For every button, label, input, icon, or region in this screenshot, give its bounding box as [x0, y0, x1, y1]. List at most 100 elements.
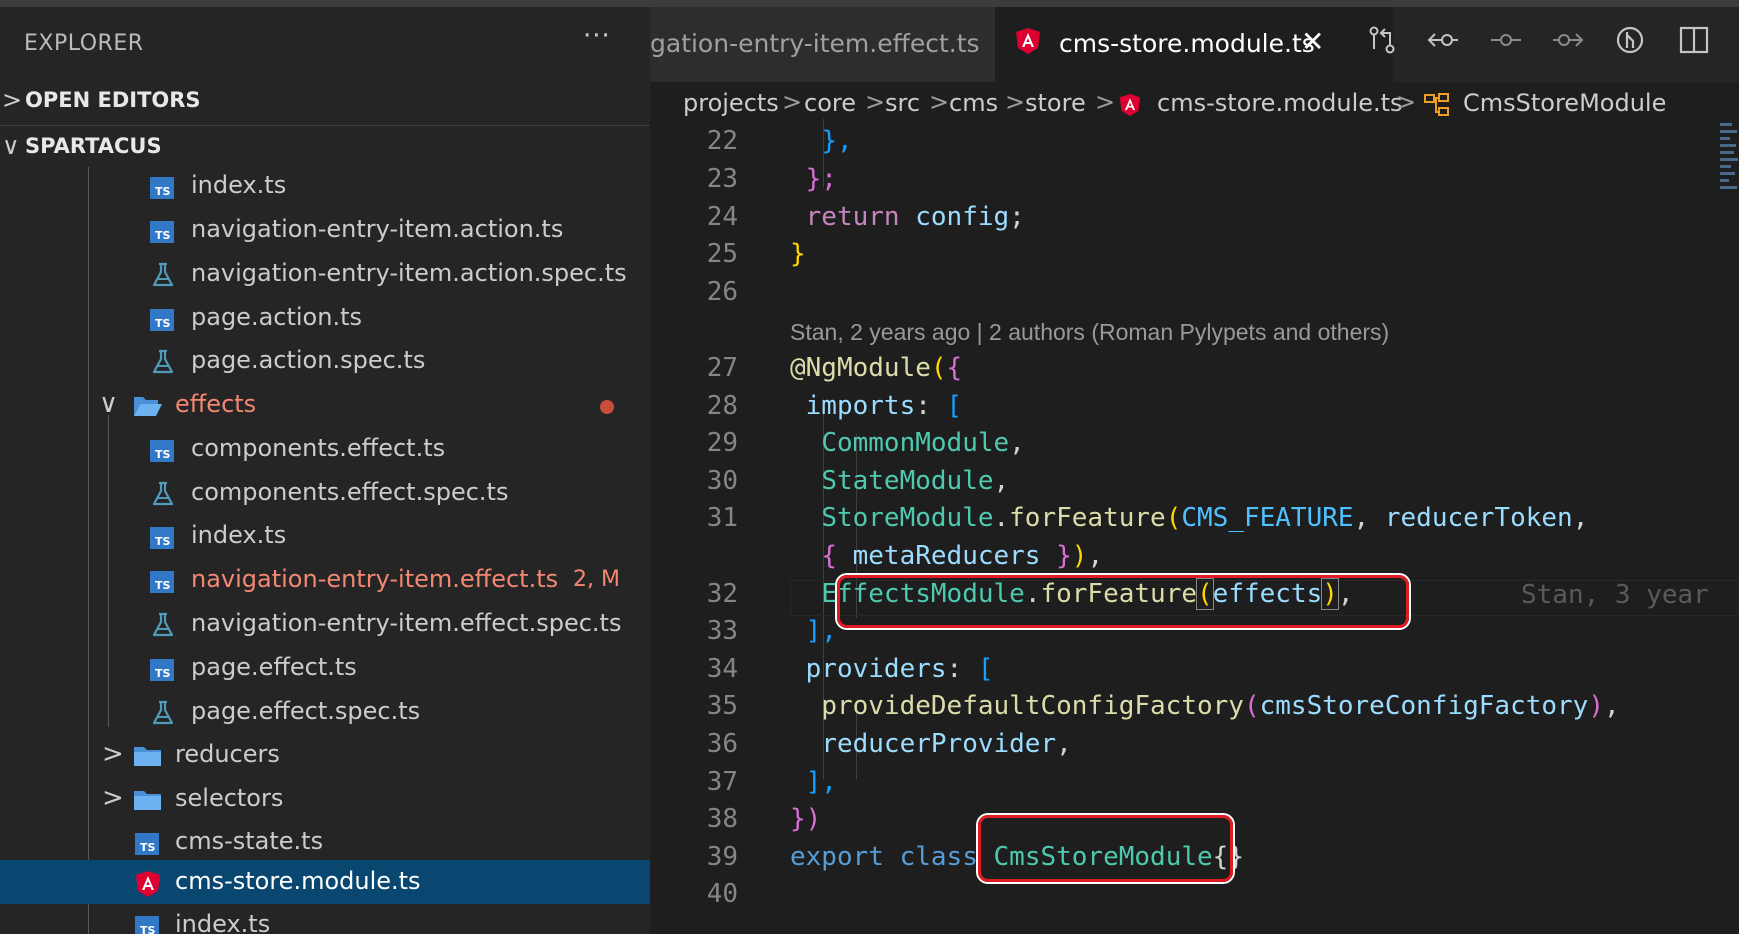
- chevron-right-icon: >: [102, 739, 124, 769]
- breadcrumb-item[interactable]: core: [804, 89, 856, 117]
- file-item[interactable]: TS index.ts: [0, 514, 650, 558]
- line-number: 31: [706, 503, 738, 533]
- line-number: 25: [706, 239, 738, 269]
- file-name: navigation-entry-item.action.ts: [191, 215, 564, 243]
- typescript-file-icon: TS: [150, 656, 176, 682]
- typescript-file-icon: TS: [150, 218, 176, 244]
- folder-selectors[interactable]: > selectors: [0, 777, 650, 821]
- file-item[interactable]: page.action.spec.ts: [0, 339, 650, 383]
- file-name: components.effect.spec.ts: [191, 478, 509, 506]
- breadcrumb-item[interactable]: cms-store.module.ts: [1157, 89, 1403, 117]
- highlight-box-cms-store-module: [978, 815, 1233, 882]
- line-number: 28: [706, 391, 738, 421]
- folder-name: reducers: [175, 740, 280, 768]
- line-number: 23: [706, 164, 738, 194]
- file-item[interactable]: page.effect.spec.ts: [0, 690, 650, 734]
- file-item[interactable]: TS cms-state.ts: [0, 820, 650, 864]
- code-line-27[interactable]: @NgModule({: [790, 353, 962, 383]
- explorer-title: EXPLORER: [24, 31, 144, 56]
- line-number: 39: [706, 842, 738, 872]
- code-line-23[interactable]: };: [790, 164, 837, 194]
- typescript-file-icon: TS: [150, 174, 176, 200]
- file-item[interactable]: TS page.effect.ts: [0, 646, 650, 690]
- inline-git-blame: Stan, 3 year: [1521, 580, 1709, 610]
- file-name: index.ts: [175, 910, 271, 934]
- line-number: 32: [706, 579, 738, 609]
- file-name: page.effect.ts: [191, 653, 357, 681]
- source-control-compare-icon[interactable]: [1362, 23, 1402, 63]
- file-item-selected[interactable]: cms-store.module.ts: [0, 860, 650, 904]
- split-editor-icon[interactable]: [1674, 23, 1714, 63]
- breadcrumb: projects > core > src > cms > store > cm…: [650, 82, 1739, 130]
- file-item[interactable]: TS page.action.ts: [0, 296, 650, 340]
- line-number: 30: [706, 466, 738, 496]
- previous-change-icon[interactable]: [1423, 23, 1463, 63]
- tab-navigation-entry-item-effect[interactable]: gation-entry-item.effect.ts: [650, 7, 995, 82]
- folder-effects[interactable]: ∨ effects: [0, 383, 650, 427]
- breadcrumb-item[interactable]: CmsStoreModule: [1463, 89, 1666, 117]
- code-line-31[interactable]: StoreModule.forFeature(CMS_FEATURE, redu…: [790, 503, 1588, 533]
- more-actions-icon[interactable]: ···: [583, 21, 611, 51]
- folder-icon: [133, 787, 161, 813]
- open-editors-section[interactable]: > OPEN EDITORS: [0, 80, 650, 122]
- file-item[interactable]: TS components.effect.ts: [0, 427, 650, 471]
- typescript-file-icon: TS: [150, 306, 176, 332]
- close-tab-icon[interactable]: ✕: [1301, 25, 1324, 58]
- code-line-38[interactable]: }): [790, 804, 821, 834]
- breadcrumb-separator: >: [1005, 88, 1026, 116]
- angular-icon: [135, 870, 161, 897]
- file-item[interactable]: components.effect.spec.ts: [0, 471, 650, 515]
- code-line-33[interactable]: ],: [790, 616, 837, 646]
- line-number: 22: [706, 126, 738, 156]
- line-number: 33: [706, 616, 738, 646]
- folder-name: selectors: [175, 784, 284, 812]
- code-line-25[interactable]: }: [790, 239, 806, 269]
- code-line-31-wrap[interactable]: { metaReducers }),: [790, 541, 1103, 571]
- code-line-30[interactable]: StateModule,: [790, 466, 1009, 496]
- next-change-icon[interactable]: [1548, 23, 1588, 63]
- tab-cms-store-module[interactable]: cms-store.module.ts ✕: [995, 7, 1393, 82]
- tab-bar: gation-entry-item.effect.ts cms-store.mo…: [650, 7, 1739, 82]
- typescript-file-icon: TS: [135, 913, 161, 934]
- file-item[interactable]: navigation-entry-item.effect.spec.ts: [0, 602, 650, 646]
- breadcrumb-separator: >: [929, 88, 950, 116]
- breadcrumb-separator: >: [865, 88, 886, 116]
- breadcrumb-separator: >: [782, 88, 803, 116]
- folder-open-icon: [133, 393, 162, 419]
- file-item[interactable]: TS navigation-entry-item.action.ts: [0, 208, 650, 252]
- line-number: 36: [706, 729, 738, 759]
- file-item-modified[interactable]: TS navigation-entry-item.effect.ts 2, M: [0, 558, 650, 602]
- code-line-22[interactable]: },: [790, 126, 852, 156]
- line-number: 29: [706, 428, 738, 458]
- code-line-29[interactable]: CommonModule,: [790, 428, 1025, 458]
- git-blame-codelens[interactable]: Stan, 2 years ago | 2 authors (Roman Pyl…: [790, 319, 1389, 346]
- code-line-24[interactable]: return config;: [790, 202, 1025, 232]
- minimap[interactable]: [1720, 119, 1739, 219]
- git-lens-icon[interactable]: [1610, 23, 1650, 63]
- code-line-34[interactable]: providers: [: [790, 654, 994, 684]
- breadcrumb-item[interactable]: src: [885, 89, 920, 117]
- angular-icon: [1119, 93, 1141, 121]
- breadcrumb-separator: >: [1396, 88, 1417, 116]
- typescript-file-icon: TS: [150, 524, 176, 550]
- line-number: 40: [706, 879, 738, 909]
- code-line-35[interactable]: provideDefaultConfigFactory(cmsStoreConf…: [790, 691, 1619, 721]
- file-name: navigation-entry-item.effect.spec.ts: [191, 609, 622, 637]
- breadcrumb-item[interactable]: cms: [949, 89, 998, 117]
- breadcrumb-item[interactable]: projects: [683, 89, 779, 117]
- flask-icon: [150, 612, 176, 638]
- spartacus-section[interactable]: ∨ SPARTACUS: [0, 125, 650, 168]
- commit-icon[interactable]: [1486, 23, 1526, 63]
- line-number: 34: [706, 654, 738, 684]
- breadcrumb-item[interactable]: store: [1025, 89, 1086, 117]
- file-item[interactable]: navigation-entry-item.action.spec.ts: [0, 252, 650, 296]
- title-bar-strip: [0, 0, 1739, 7]
- file-name: navigation-entry-item.action.spec.ts: [191, 259, 627, 287]
- code-line-28[interactable]: imports: [: [790, 391, 963, 421]
- code-line-37[interactable]: ],: [790, 767, 837, 797]
- file-name: cms-state.ts: [175, 827, 324, 855]
- code-line-36[interactable]: reducerProvider,: [790, 729, 1071, 759]
- file-item[interactable]: TS index.ts: [0, 903, 650, 934]
- file-item[interactable]: TS index.ts: [0, 164, 650, 208]
- folder-reducers[interactable]: > reducers: [0, 733, 650, 777]
